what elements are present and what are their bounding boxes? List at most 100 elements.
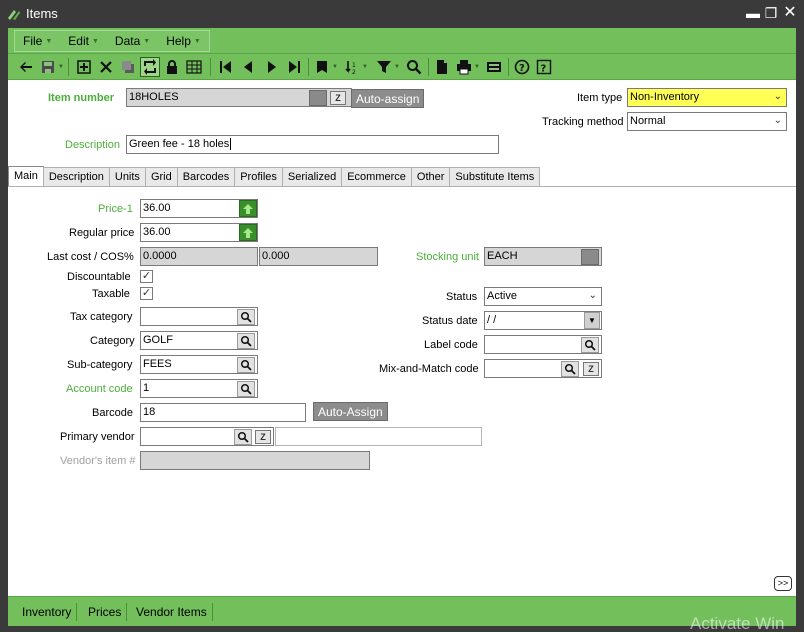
status-select[interactable]: Active ⌄ xyxy=(484,287,602,306)
search-icon xyxy=(584,339,596,351)
item-type-label: Item type xyxy=(577,92,623,104)
regular-price-up-button[interactable] xyxy=(239,224,257,241)
tax-category-search-button[interactable] xyxy=(237,309,255,325)
support-button[interactable]: ? xyxy=(512,57,532,77)
status-label: Status xyxy=(446,291,478,303)
close-icon[interactable]: ✕ xyxy=(781,4,799,22)
taxable-checkbox[interactable]: ✓ xyxy=(140,287,153,300)
sub-category-search-button[interactable] xyxy=(237,357,255,373)
tab-other-label: Other xyxy=(416,171,445,183)
tab-description[interactable]: Description xyxy=(42,167,110,187)
tab-serialized[interactable]: Serialized xyxy=(281,167,343,187)
lock-button[interactable] xyxy=(162,57,182,77)
barcode-input[interactable]: 18 xyxy=(140,403,306,422)
tab-substitute-items[interactable]: Substitute Items xyxy=(449,167,541,187)
stocking-unit-lookup-button[interactable] xyxy=(581,249,599,265)
filter-button[interactable]: ▼ xyxy=(374,57,400,77)
bottom-tab-vendor-items[interactable]: Vendor Items xyxy=(131,603,213,621)
menu-data[interactable]: Data ▼ xyxy=(107,31,158,51)
zoom-icon[interactable]: Z xyxy=(583,362,599,376)
item-number-field[interactable]: 18HOLES Z xyxy=(126,88,352,107)
tab-profiles[interactable]: Profiles xyxy=(234,167,283,187)
description-input[interactable]: Green fee - 18 holes xyxy=(126,135,499,154)
barcode-value: 18 xyxy=(143,406,156,418)
tax-category-input[interactable] xyxy=(140,307,258,326)
bookmark-button[interactable]: ▼ xyxy=(312,57,338,77)
sort-button[interactable]: 1 2 ▼ xyxy=(342,57,368,77)
last-cost-label: Last cost / COS% xyxy=(47,251,134,263)
last-record-button[interactable] xyxy=(284,57,304,77)
label-code-label: Label code xyxy=(424,339,478,351)
primary-vendor-name-field xyxy=(275,427,482,446)
zoom-icon[interactable]: Z xyxy=(330,91,346,105)
arrow-up-icon xyxy=(243,227,253,238)
search-icon xyxy=(407,60,422,75)
account-code-input[interactable]: 1 xyxy=(140,379,258,398)
category-search-button[interactable] xyxy=(237,333,255,349)
refresh-icon xyxy=(144,59,156,75)
tab-main[interactable]: Main xyxy=(8,166,44,187)
add-button[interactable] xyxy=(74,57,94,77)
copy-button[interactable] xyxy=(118,57,138,77)
next-record-button[interactable] xyxy=(262,57,282,77)
status-date-dropdown-button[interactable]: ▼ xyxy=(584,312,600,329)
mix-match-input[interactable]: Z xyxy=(484,359,602,378)
tab-other[interactable]: Other xyxy=(410,167,451,187)
bottom-tab-inventory[interactable]: Inventory xyxy=(17,603,78,621)
help-icon: ? xyxy=(536,59,552,75)
tab-barcodes[interactable]: Barcodes xyxy=(176,167,236,187)
tab-grid[interactable]: Grid xyxy=(144,167,178,187)
refresh-button[interactable] xyxy=(140,57,160,77)
tab-ecommerce[interactable]: Ecommerce xyxy=(341,167,412,187)
tab-divider xyxy=(8,186,796,187)
grid-button[interactable] xyxy=(184,57,204,77)
more-button[interactable]: >> xyxy=(774,576,792,591)
auto-assign-button[interactable]: Auto-assign xyxy=(351,89,425,108)
label-code-input[interactable] xyxy=(484,335,602,354)
print-button[interactable]: ▼ xyxy=(454,57,480,77)
search-button[interactable] xyxy=(404,57,424,77)
menu-file[interactable]: File ▼ xyxy=(15,31,60,51)
label-code-search-button[interactable] xyxy=(581,337,599,353)
previous-record-button[interactable] xyxy=(238,57,258,77)
discountable-checkbox[interactable]: ✓ xyxy=(140,270,153,283)
item-number-value: 18HOLES xyxy=(129,91,179,103)
tab-units[interactable]: Units xyxy=(108,167,146,187)
regular-price-input[interactable]: 36.00 xyxy=(140,223,258,242)
bottom-tab-prices[interactable]: Prices xyxy=(83,603,128,621)
mix-match-label: Mix-and-Match code xyxy=(379,363,479,375)
category-input[interactable]: GOLF xyxy=(140,331,258,350)
sub-category-input[interactable]: FEES xyxy=(140,355,258,374)
chevron-down-icon: ▼ xyxy=(474,64,480,70)
lock-icon xyxy=(167,60,177,74)
menu-help[interactable]: Help ▼ xyxy=(158,31,209,51)
price1-input[interactable]: 36.00 xyxy=(140,199,258,218)
status-date-input[interactable]: / / ▼ xyxy=(484,311,602,330)
first-icon xyxy=(220,61,231,73)
account-code-search-button[interactable] xyxy=(237,381,255,397)
document-button[interactable] xyxy=(432,57,452,77)
barcode-auto-assign-button[interactable]: Auto-Assign xyxy=(313,402,388,421)
svg-text:1: 1 xyxy=(352,62,356,69)
delete-button[interactable] xyxy=(96,57,116,77)
zoom-icon[interactable]: Z xyxy=(255,430,271,444)
item-number-lookup-button[interactable] xyxy=(309,90,327,106)
back-button[interactable] xyxy=(16,57,36,77)
help-button[interactable]: ? xyxy=(534,57,554,77)
first-record-button[interactable] xyxy=(216,57,236,77)
item-type-select[interactable]: Non-Inventory ⌄ xyxy=(627,88,787,107)
tracking-method-select[interactable]: Normal ⌄ xyxy=(627,112,787,131)
search-icon xyxy=(240,359,252,371)
restore-icon[interactable]: ❐ xyxy=(762,4,780,22)
activation-watermark: Activate Win xyxy=(690,614,785,632)
mix-match-search-button[interactable] xyxy=(561,361,579,377)
primary-vendor-input[interactable]: Z xyxy=(140,427,274,446)
save-button[interactable]: ▼ xyxy=(38,57,64,77)
minimize-icon[interactable]: ▬ xyxy=(744,4,762,22)
primary-vendor-search-button[interactable] xyxy=(234,429,252,445)
price1-up-button[interactable] xyxy=(239,200,257,217)
chevron-down-icon: ⌄ xyxy=(773,91,782,102)
calculator-button[interactable] xyxy=(484,57,504,77)
menu-edit[interactable]: Edit ▼ xyxy=(60,31,107,51)
stocking-unit-field[interactable]: EACH xyxy=(484,247,602,266)
